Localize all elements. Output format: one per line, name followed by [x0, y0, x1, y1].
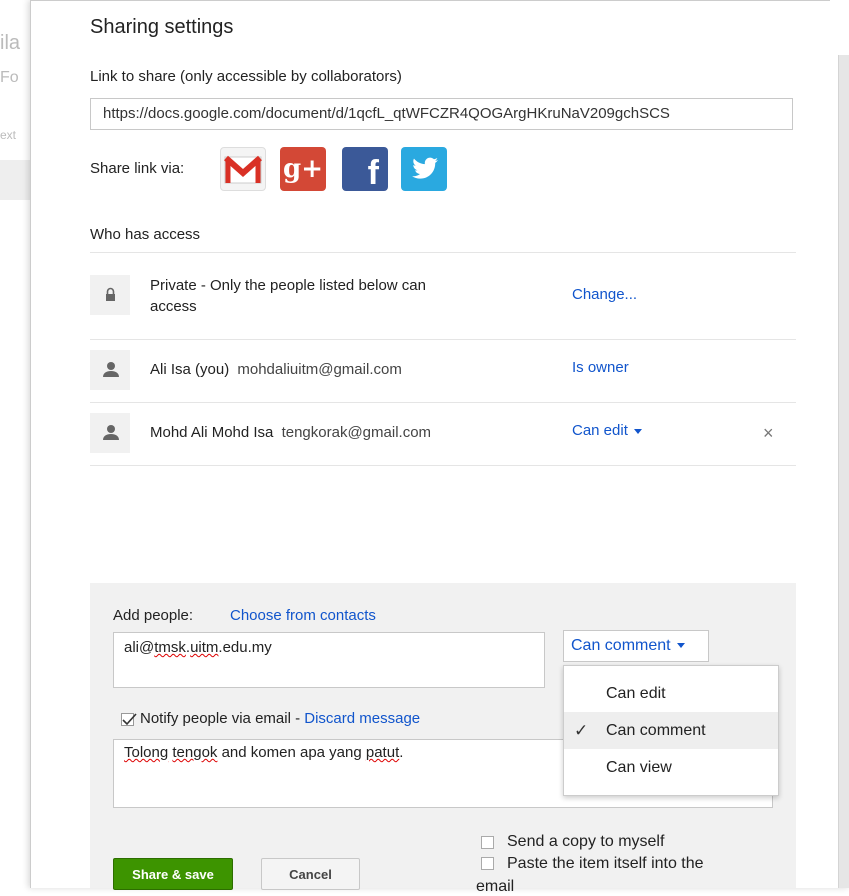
person-icon	[103, 362, 119, 377]
paste-item-label-cont: email	[476, 878, 515, 895]
share-save-button[interactable]: Share & save	[113, 858, 233, 890]
paste-item-label: Paste the item itself into the	[507, 855, 704, 872]
share-link-field[interactable]: https://docs.google.com/document/d/1qcfL…	[90, 98, 793, 130]
message-text: tengok	[172, 744, 218, 761]
discard-message-link[interactable]: Discard message	[304, 710, 420, 727]
background-text: ext	[0, 128, 17, 142]
user-name: Ali Isa (you)	[150, 361, 230, 378]
divider	[90, 465, 796, 466]
divider	[90, 402, 796, 403]
access-description: access	[150, 298, 197, 315]
checkmark-icon: ✓	[574, 721, 589, 740]
message-text: patut	[365, 744, 400, 761]
share-via-label: Share link via:	[90, 160, 185, 177]
message-text: .	[399, 744, 404, 761]
user-email: mohdaliuitm@gmail.com	[237, 361, 402, 378]
scrollbar[interactable]	[838, 55, 849, 888]
send-copy-label: Send a copy to myself	[507, 833, 665, 850]
who-has-access-label: Who has access	[90, 226, 201, 243]
menu-item-can-edit[interactable]: Can edit	[564, 675, 778, 712]
background-toolbar	[0, 160, 30, 200]
message-text: Tolong	[124, 744, 169, 761]
twitter-icon[interactable]	[401, 147, 447, 191]
chevron-down-icon	[633, 428, 642, 434]
change-access-link[interactable]: Change...	[572, 286, 637, 303]
input-text: .edu.my	[218, 639, 272, 656]
checkbox-checked-icon	[121, 713, 137, 726]
permission-dropdown[interactable]: Can comment	[563, 630, 709, 662]
access-row-owner: Ali Isa (you) mohdaliuitm@gmail.com	[150, 361, 402, 378]
background-text: ila	[0, 32, 21, 54]
notify-label: Notify people via email - Discard messag…	[140, 710, 420, 727]
lock-icon	[106, 287, 115, 301]
access-row-icon	[90, 350, 130, 390]
permission-selected: Can comment	[571, 637, 671, 654]
message-text: and komen apa yang	[217, 744, 366, 761]
dialog-top-border	[30, 0, 830, 1]
input-text: tmsk	[154, 639, 186, 656]
dialog-title: Sharing settings	[90, 16, 234, 38]
add-people-label: Add people:	[113, 607, 194, 624]
paste-item-checkbox[interactable]	[481, 857, 494, 870]
access-row-private: Private - Only the people listed below c…	[150, 275, 426, 317]
cancel-button[interactable]: Cancel	[261, 858, 360, 890]
add-people-input[interactable]: ali@tmsk.uitm.edu.my	[113, 632, 545, 688]
permission-menu: Can edit ✓ Can comment Can view	[563, 665, 779, 796]
close-icon[interactable]: ×	[763, 423, 774, 444]
notify-checkbox[interactable]	[121, 713, 137, 726]
menu-item-can-view[interactable]: Can view	[564, 749, 778, 786]
divider	[90, 339, 796, 340]
facebook-icon[interactable]: f	[342, 147, 388, 192]
permission-label: Can edit	[572, 422, 628, 439]
input-text: ali@	[124, 639, 155, 656]
owner-role-label: Is owner	[572, 359, 629, 376]
access-row-icon	[90, 275, 130, 315]
edit-permission-dropdown[interactable]: Can edit	[572, 422, 642, 439]
menu-item-label: Can comment	[606, 722, 706, 739]
link-label: Link to share (only accessible by collab…	[90, 68, 402, 85]
gmail-icon[interactable]	[220, 147, 266, 191]
google-plus-icon[interactable]: g+	[280, 147, 326, 191]
choose-from-contacts-link[interactable]: Choose from contacts	[230, 607, 376, 624]
notify-text: Notify people via email -	[140, 710, 305, 727]
menu-item-can-comment[interactable]: ✓ Can comment	[564, 712, 778, 749]
background-text: Fo	[0, 69, 19, 86]
person-icon	[103, 425, 119, 440]
divider	[90, 252, 796, 253]
access-description: Private - Only the people listed below c…	[150, 277, 426, 294]
send-copy-checkbox[interactable]	[481, 836, 494, 849]
access-row-icon	[90, 413, 130, 453]
access-row-editor: Mohd Ali Mohd Isa tengkorak@gmail.com	[150, 424, 431, 441]
user-email: tengkorak@gmail.com	[281, 424, 432, 441]
user-name: Mohd Ali Mohd Isa	[150, 424, 274, 441]
chevron-down-icon	[676, 643, 685, 649]
input-text: uitm	[190, 639, 219, 656]
